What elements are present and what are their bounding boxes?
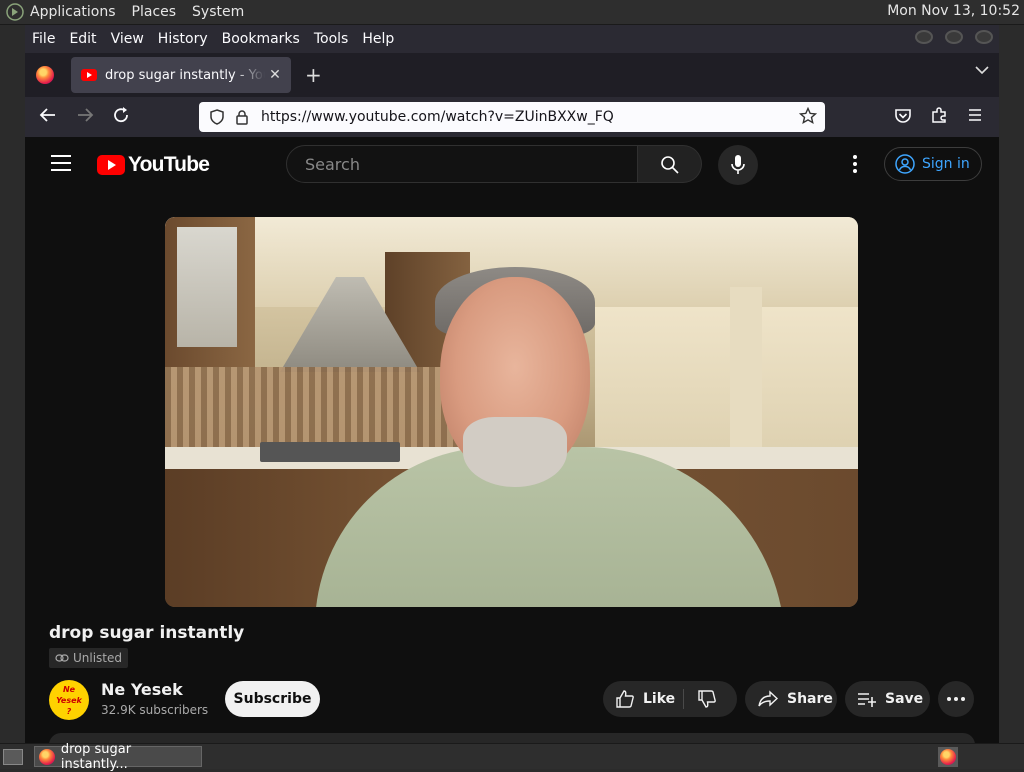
- taskbar-window-firefox[interactable]: drop sugar instantly...: [34, 742, 202, 772]
- taskbar-window-title: drop sugar instantly...: [60, 741, 132, 772]
- minimize-button[interactable]: [915, 30, 933, 44]
- places-menu[interactable]: Places: [132, 4, 177, 20]
- menu-bookmarks[interactable]: Bookmarks: [222, 31, 300, 47]
- video-frame-person-beard: [463, 417, 567, 487]
- youtube-page: YouTube Search Sign in drop sugar instan…: [25, 137, 999, 743]
- tracking-shield-icon[interactable]: [209, 109, 225, 125]
- reload-icon[interactable]: [112, 106, 130, 124]
- like-button[interactable]: Like: [615, 689, 675, 709]
- menu-help[interactable]: Help: [362, 31, 394, 47]
- sign-in-label: Sign in: [922, 156, 970, 172]
- sign-in-button[interactable]: Sign in: [884, 147, 982, 181]
- system-menu[interactable]: System: [192, 4, 244, 20]
- microphone-icon: [731, 155, 745, 174]
- firefox-window: File Edit View History Bookmarks Tools H…: [25, 25, 999, 743]
- tab-title: drop sugar instantly - YouTube: [105, 67, 265, 83]
- window-controls: [915, 30, 993, 44]
- search-button[interactable]: [638, 145, 702, 183]
- forward-arrow-icon[interactable]: [76, 106, 94, 124]
- close-tab-icon[interactable]: ✕: [265, 67, 285, 83]
- menu-view[interactable]: View: [111, 31, 144, 47]
- subscribe-button[interactable]: Subscribe: [225, 681, 320, 717]
- menu-history[interactable]: History: [158, 31, 208, 47]
- app-menu-icon[interactable]: [966, 106, 984, 124]
- pocket-icon[interactable]: [894, 108, 912, 124]
- subscriber-count: 32.9K subscribers: [101, 703, 209, 717]
- firefox-icon: [940, 749, 956, 765]
- lock-icon[interactable]: [235, 109, 249, 125]
- unlisted-badge: Unlisted: [49, 648, 129, 668]
- tab-youtube[interactable]: drop sugar instantly - YouTube ✕: [71, 57, 291, 93]
- link-icon: [55, 654, 69, 662]
- youtube-header: YouTube Search Sign in: [25, 137, 999, 193]
- show-desktop-icon[interactable]: [3, 748, 23, 765]
- search-icon: [661, 156, 679, 174]
- new-tab-button[interactable]: +: [305, 63, 322, 87]
- channel-avatar[interactable]: Ne Yesek ?: [49, 680, 89, 720]
- youtube-favicon-icon: [81, 69, 97, 81]
- search-box: [286, 145, 638, 183]
- maximize-button[interactable]: [945, 30, 963, 44]
- back-arrow-icon[interactable]: [39, 106, 57, 124]
- bookmark-star-icon[interactable]: [799, 107, 817, 125]
- youtube-logo[interactable]: YouTube: [97, 153, 210, 177]
- save-label: Save: [885, 691, 924, 707]
- account-circle-icon: [895, 154, 915, 174]
- gnome-foot-icon[interactable]: [6, 3, 24, 21]
- video-frame-room: [595, 307, 858, 467]
- share-arrow-icon: [758, 690, 779, 707]
- firefox-icon: [39, 748, 55, 765]
- thumbs-down-icon[interactable]: [697, 689, 717, 709]
- navigation-bar: https://www.youtube.com/watch?v=ZUinBXXw…: [25, 97, 999, 137]
- settings-kebab-icon[interactable]: [853, 155, 857, 176]
- tab-bar: drop sugar instantly - YouTube ✕ +: [25, 53, 999, 97]
- video-frame-stove: [260, 442, 400, 462]
- menu-file[interactable]: File: [32, 31, 55, 47]
- menu-edit[interactable]: Edit: [69, 31, 96, 47]
- video-title: drop sugar instantly: [49, 623, 245, 643]
- like-label: Like: [643, 691, 676, 707]
- clock[interactable]: Mon Nov 13, 10:52: [887, 3, 1020, 19]
- like-dislike-group: Like: [603, 681, 737, 717]
- unlisted-label: Unlisted: [73, 651, 123, 665]
- list-all-tabs-icon[interactable]: [975, 65, 989, 75]
- url-bar[interactable]: https://www.youtube.com/watch?v=ZUinBXXw…: [199, 102, 825, 132]
- channel-avatar-text: Ne Yesek ?: [56, 684, 82, 716]
- like-divider: [683, 689, 684, 709]
- more-actions-button[interactable]: [938, 681, 974, 717]
- voice-search-button[interactable]: [718, 145, 758, 185]
- menu-tools[interactable]: Tools: [314, 31, 349, 47]
- video-frame-cabinet: [165, 217, 255, 367]
- applications-menu[interactable]: Applications: [30, 4, 116, 20]
- search-input[interactable]: [303, 153, 627, 175]
- tray-firefox-icon[interactable]: [938, 747, 958, 767]
- top-panel: Applications Places System Mon Nov 13, 1…: [0, 0, 1024, 25]
- more-horizontal-icon: [947, 697, 965, 701]
- youtube-play-icon: [97, 155, 125, 175]
- youtube-wordmark: YouTube: [128, 153, 210, 176]
- share-button[interactable]: Share: [745, 681, 837, 717]
- thumbs-up-icon: [616, 690, 634, 708]
- share-label: Share: [787, 691, 833, 707]
- playlist-add-icon: [858, 693, 876, 707]
- close-window-button[interactable]: [975, 30, 993, 44]
- extensions-icon[interactable]: [930, 106, 948, 124]
- guide-menu-icon[interactable]: [51, 155, 71, 176]
- menu-bar: File Edit View History Bookmarks Tools H…: [25, 25, 999, 53]
- url-text: https://www.youtube.com/watch?v=ZUinBXXw…: [261, 109, 614, 125]
- bottom-taskbar: drop sugar instantly...: [0, 742, 1024, 772]
- save-button[interactable]: Save: [845, 681, 930, 717]
- firefox-view-icon[interactable]: [36, 66, 54, 84]
- video-player[interactable]: [165, 217, 858, 607]
- channel-name[interactable]: Ne Yesek: [101, 680, 183, 699]
